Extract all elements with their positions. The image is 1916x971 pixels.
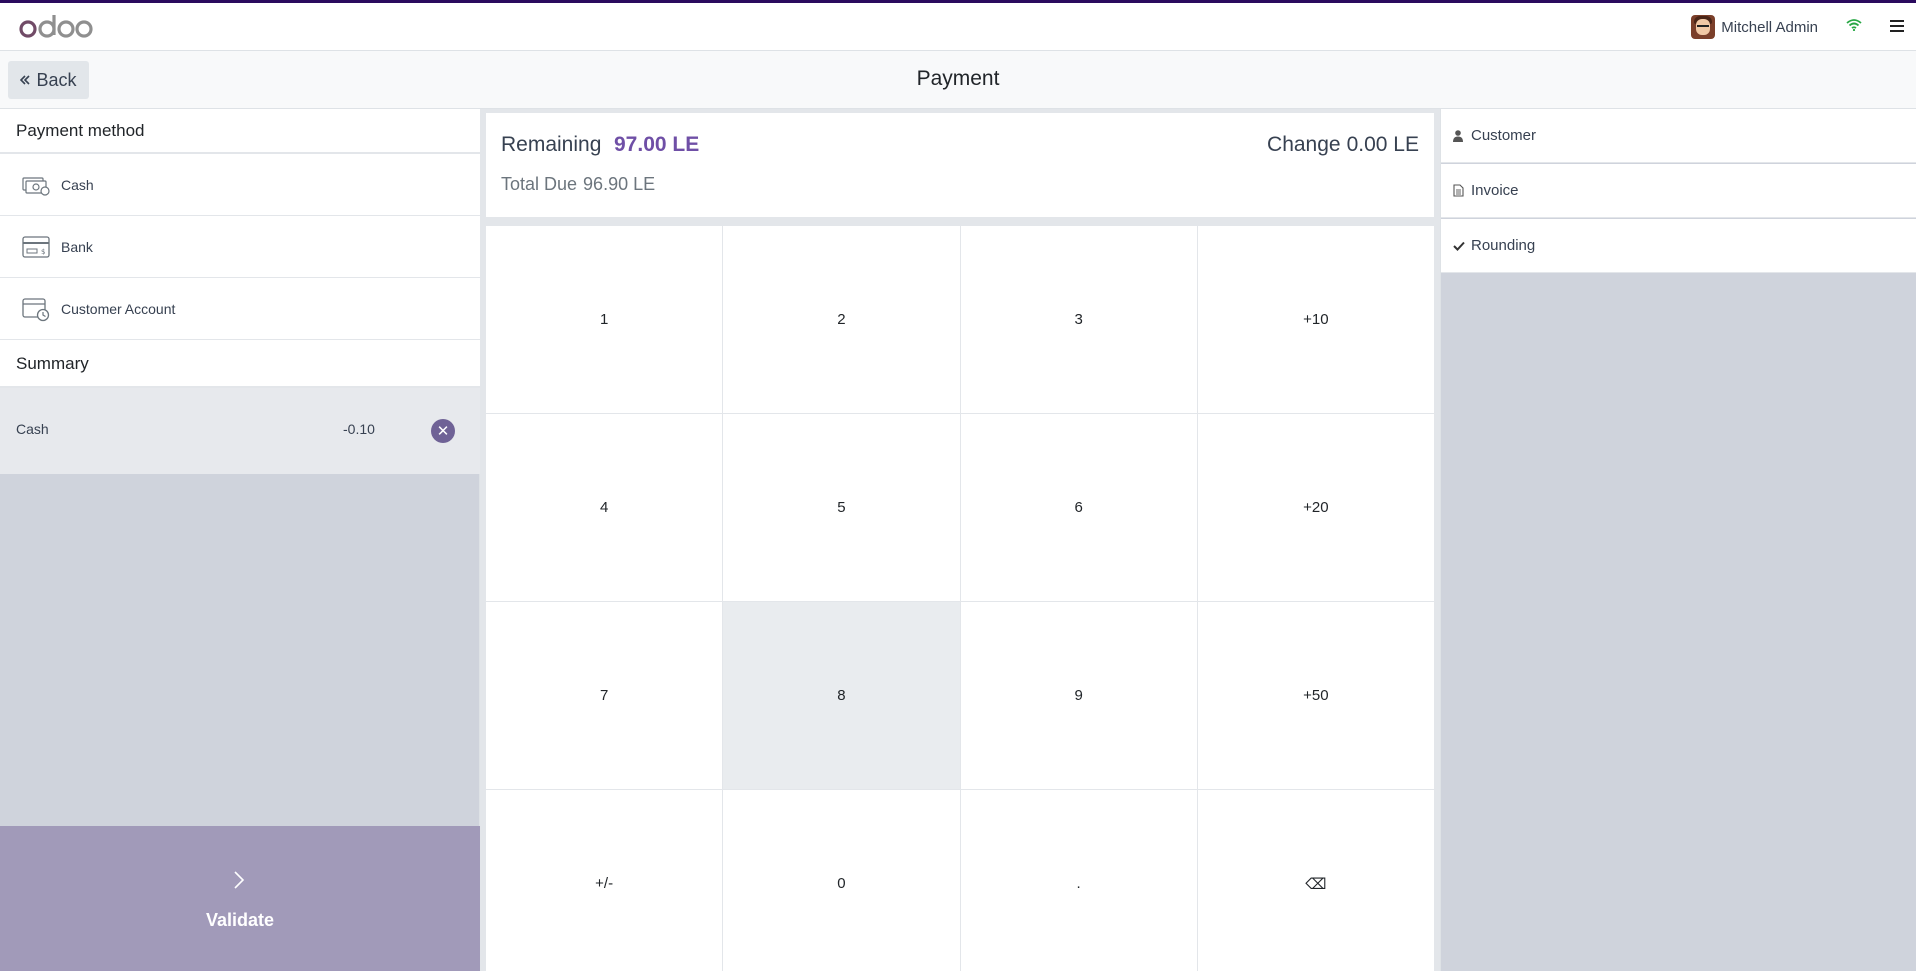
- check-icon: [1453, 241, 1465, 251]
- bank-card-icon: $: [21, 234, 51, 260]
- menu-icon[interactable]: [1890, 20, 1904, 35]
- validate-button[interactable]: Validate: [0, 826, 480, 971]
- numpad-key-7[interactable]: 7: [486, 602, 723, 789]
- cash-icon: [21, 172, 51, 198]
- change-value: 0.00 LE: [1346, 133, 1419, 156]
- change-label: Change: [1267, 133, 1341, 156]
- chevron-right-icon: [234, 871, 245, 889]
- numpad-key-0[interactable]: 0: [723, 790, 960, 971]
- total-due-info: Total Due 96.90 LE: [501, 174, 655, 195]
- numpad-key-plus-minus[interactable]: +/-: [486, 790, 723, 971]
- wifi-icon[interactable]: [1846, 18, 1862, 36]
- total-due-label: Total Due: [501, 174, 578, 194]
- payment-method-label: Customer Account: [61, 300, 176, 317]
- numpad-key-decimal[interactable]: .: [960, 790, 1197, 971]
- control-bar: Back Payment: [0, 51, 1916, 109]
- payment-method-customer-account[interactable]: Customer Account: [0, 278, 480, 340]
- numpad-key-3[interactable]: 3: [960, 226, 1197, 413]
- payment-line-amount: -0.10: [343, 421, 375, 437]
- payment-line-method: Cash: [16, 421, 49, 437]
- numpad-key-8[interactable]: 8: [723, 602, 960, 789]
- numpad-key-9[interactable]: 9: [960, 602, 1197, 789]
- avatar: [1691, 15, 1716, 39]
- summary-heading: Summary: [0, 340, 480, 388]
- customer-account-icon: [21, 296, 51, 322]
- payment-method-heading: Payment method: [0, 109, 480, 154]
- numpad-key-plus10[interactable]: +10: [1197, 226, 1434, 413]
- rounding-button-label: Rounding: [1471, 237, 1536, 254]
- payment-status: Remaining 97.00 LE Change 0.00 LE Total D…: [486, 113, 1434, 217]
- change-info: Change 0.00 LE: [1267, 133, 1419, 157]
- delete-circle-icon[interactable]: ✕: [431, 419, 455, 443]
- payment-right-panel: Customer Invoice Rounding: [1440, 109, 1916, 971]
- numpad-key-6[interactable]: 6: [960, 414, 1197, 601]
- remaining-value: 97.00 LE: [614, 133, 700, 156]
- payment-line[interactable]: Cash -0.10 ✕: [0, 388, 480, 474]
- document-icon: [1453, 184, 1465, 197]
- top-navbar: Mitchell Admin: [0, 3, 1916, 51]
- svg-text:$: $: [41, 248, 45, 256]
- odoo-logo[interactable]: [18, 13, 94, 44]
- total-due-value: 96.90 LE: [583, 174, 656, 194]
- invoice-button-label: Invoice: [1471, 182, 1519, 199]
- rounding-button[interactable]: Rounding: [1441, 219, 1916, 273]
- payment-method-label: Bank: [61, 238, 93, 255]
- validate-label: Validate: [205, 910, 275, 930]
- user-menu[interactable]: Mitchell Admin: [1691, 15, 1818, 39]
- backspace-icon[interactable]: ⌫: [1197, 790, 1434, 971]
- numpad-key-5[interactable]: 5: [723, 414, 960, 601]
- remaining-label: Remaining: [501, 133, 602, 156]
- customer-button-label: Customer: [1471, 127, 1537, 144]
- payment-method-bank[interactable]: $ Bank: [0, 216, 480, 278]
- user-icon: [1453, 129, 1465, 142]
- numpad-key-1[interactable]: 1: [486, 226, 723, 413]
- customer-button[interactable]: Customer: [1441, 109, 1916, 163]
- payment-left-panel: Payment method Cash $ Bank Customer Acco…: [0, 109, 480, 971]
- numpad: 1 2 3 +10 4 5 6 +20 7 8 9 +50 +/- 0 . ⌫: [486, 226, 1434, 971]
- page-title: Payment: [916, 67, 1000, 90]
- user-name: Mitchell Admin: [1721, 18, 1818, 36]
- numpad-key-4[interactable]: 4: [486, 414, 723, 601]
- payment-center-panel: Remaining 97.00 LE Change 0.00 LE Total D…: [480, 109, 1440, 971]
- numpad-key-2[interactable]: 2: [723, 226, 960, 413]
- numpad-key-plus20[interactable]: +20: [1197, 414, 1434, 601]
- numpad-key-plus50[interactable]: +50: [1197, 602, 1434, 789]
- payment-method-cash[interactable]: Cash: [0, 154, 480, 216]
- invoice-button[interactable]: Invoice: [1441, 164, 1916, 218]
- payment-method-label: Cash: [61, 176, 94, 193]
